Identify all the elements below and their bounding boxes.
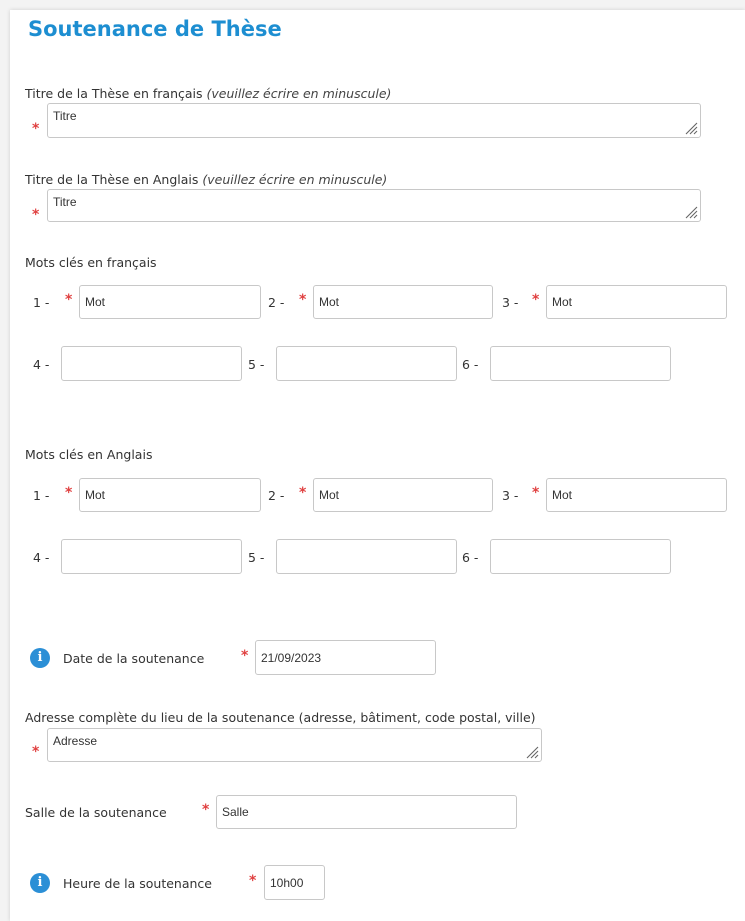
- form-panel: [10, 10, 745, 921]
- keyword-en-2-input[interactable]: [313, 478, 493, 512]
- titre-en-label-text: Titre de la Thèse en Anglais: [25, 172, 203, 187]
- resize-grip-icon[interactable]: [525, 745, 539, 759]
- required-marker: *: [32, 121, 40, 137]
- keyword-en-4-input[interactable]: [61, 539, 242, 574]
- required-marker: *: [241, 648, 249, 664]
- titre-en-hint: (veuillez écrire en minuscule): [202, 172, 388, 187]
- date-label: Date de la soutenance: [63, 651, 205, 666]
- keyword-number: 4 -: [33, 550, 50, 565]
- keyword-fr-1-input[interactable]: [79, 285, 261, 319]
- titre-fr-hint: (veuillez écrire en minuscule): [206, 86, 392, 101]
- date-input[interactable]: [255, 640, 436, 675]
- keyword-number: 5 -: [248, 550, 265, 565]
- keyword-number: 3 -: [502, 488, 519, 503]
- keyword-en-1-input[interactable]: [79, 478, 261, 512]
- keyword-number: 6 -: [462, 550, 479, 565]
- required-marker: *: [32, 744, 40, 760]
- keyword-fr-6-input[interactable]: [490, 346, 671, 381]
- titre-fr-label-text: Titre de la Thèse en français: [25, 86, 207, 101]
- salle-input[interactable]: [216, 795, 517, 829]
- titre-fr-label: Titre de la Thèse en français (veuillez …: [25, 86, 391, 101]
- keyword-number: 3 -: [502, 295, 519, 310]
- required-marker: *: [532, 485, 540, 501]
- titre-en-label: Titre de la Thèse en Anglais (veuillez é…: [25, 172, 387, 187]
- required-marker: *: [32, 207, 40, 223]
- titre-en-value: Titre: [53, 195, 77, 209]
- resize-grip-icon[interactable]: [684, 121, 698, 135]
- adresse-value: Adresse: [53, 734, 98, 748]
- keyword-fr-5-input[interactable]: [276, 346, 457, 381]
- keyword-en-3-input[interactable]: [546, 478, 727, 512]
- adresse-textarea[interactable]: Adresse: [47, 728, 542, 762]
- keyword-number: 2 -: [268, 295, 285, 310]
- keyword-fr-3-input[interactable]: [546, 285, 727, 319]
- keyword-number: 5 -: [248, 357, 265, 372]
- titre-fr-textarea[interactable]: Titre: [47, 103, 701, 138]
- adresse-label: Adresse complète du lieu de la soutenanc…: [25, 710, 536, 725]
- resize-grip-icon[interactable]: [684, 205, 698, 219]
- required-marker: *: [299, 292, 307, 308]
- page-title: Soutenance de Thèse: [28, 17, 282, 41]
- heure-input[interactable]: [264, 865, 325, 900]
- mots-fr-label: Mots clés en français: [25, 255, 157, 270]
- info-icon[interactable]: i: [30, 873, 50, 893]
- required-marker: *: [299, 485, 307, 501]
- keyword-number: 1 -: [33, 295, 50, 310]
- keyword-en-6-input[interactable]: [490, 539, 671, 574]
- required-marker: *: [65, 485, 73, 501]
- keyword-number: 2 -: [268, 488, 285, 503]
- keyword-number: 1 -: [33, 488, 50, 503]
- keyword-fr-4-input[interactable]: [61, 346, 242, 381]
- info-icon[interactable]: i: [30, 648, 50, 668]
- titre-fr-value: Titre: [53, 109, 77, 123]
- required-marker: *: [249, 873, 257, 889]
- heure-label: Heure de la soutenance: [63, 876, 212, 891]
- keyword-en-5-input[interactable]: [276, 539, 457, 574]
- keyword-fr-2-input[interactable]: [313, 285, 493, 319]
- salle-label: Salle de la soutenance: [25, 805, 167, 820]
- titre-en-textarea[interactable]: Titre: [47, 189, 701, 222]
- keyword-number: 6 -: [462, 357, 479, 372]
- required-marker: *: [532, 292, 540, 308]
- required-marker: *: [65, 292, 73, 308]
- required-marker: *: [202, 802, 210, 818]
- keyword-number: 4 -: [33, 357, 50, 372]
- mots-en-label: Mots clés en Anglais: [25, 447, 153, 462]
